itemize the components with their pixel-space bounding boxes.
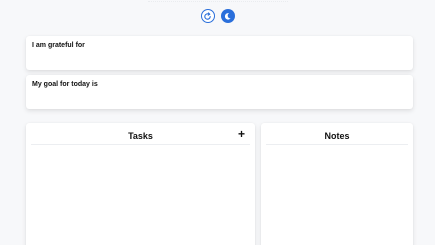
refresh-icon	[204, 11, 211, 20]
add-task-button[interactable]: +	[238, 128, 245, 140]
goal-input[interactable]	[32, 91, 407, 105]
grateful-input[interactable]	[32, 52, 407, 66]
goal-card: My goal for today is	[26, 75, 413, 109]
goal-label: My goal for today is	[32, 81, 98, 88]
tasks-divider	[31, 144, 250, 145]
top-divider	[148, 0, 288, 2]
notes-title: Notes	[324, 131, 350, 141]
tasks-panel: Tasks +	[26, 123, 255, 245]
header-controls	[0, 9, 435, 23]
grateful-label: I am grateful for	[32, 42, 85, 49]
notes-panel: Notes	[261, 123, 413, 245]
page: I am grateful for My goal for today is T…	[0, 0, 435, 245]
refresh-button[interactable]	[200, 9, 215, 23]
notes-divider	[266, 144, 408, 145]
moon-icon	[224, 12, 231, 20]
grateful-card: I am grateful for	[26, 36, 413, 70]
tasks-title: Tasks	[128, 131, 153, 141]
theme-toggle-button[interactable]	[220, 9, 235, 23]
